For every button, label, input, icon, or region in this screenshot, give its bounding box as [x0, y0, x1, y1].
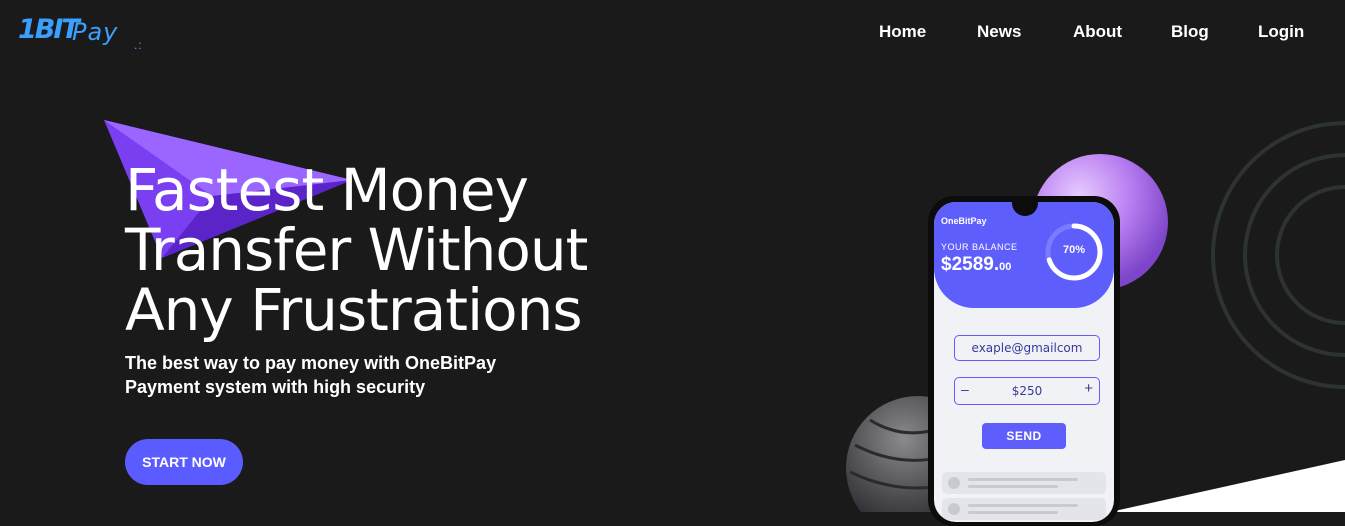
nav-news[interactable]: News	[977, 22, 1021, 42]
send-button[interactable]: SEND	[982, 423, 1066, 449]
concentric-rings-decor	[1211, 121, 1345, 389]
amount-value: $250	[1011, 384, 1043, 398]
hero-title-line-3: Any Frustrations	[125, 276, 583, 344]
onebitpay-logo[interactable]: 1BIT Pay .:	[18, 14, 158, 58]
hero-subtitle-line-2: Payment system with high security	[125, 377, 426, 397]
phone-screen: OneBitPay YOUR BALANCE $2589.00 70% exap…	[934, 202, 1114, 522]
avatar	[948, 503, 960, 515]
balance-main: $2589.	[941, 254, 1000, 275]
transaction-list-item[interactable]	[942, 498, 1106, 520]
logo-suffix: Pay	[72, 18, 119, 46]
avatar	[948, 477, 960, 489]
nav-blog[interactable]: Blog	[1171, 22, 1209, 42]
hero-title-line-2: Transfer Without	[125, 216, 588, 284]
hero-title: Fastest Money Transfer Without Any Frust…	[125, 160, 645, 340]
amount-stepper[interactable]: – $250 +	[954, 377, 1100, 405]
balance-label: YOUR BALANCE	[941, 242, 1018, 252]
hero-title-line-1: Fastest Money	[125, 156, 529, 224]
email-field[interactable]: exaple@gmailcom	[954, 335, 1100, 361]
nav-login[interactable]: Login	[1258, 22, 1304, 42]
balance-amount: $2589.00	[941, 254, 1011, 276]
balance-cents: 00	[999, 261, 1012, 273]
hero-subtitle-line-1: The best way to pay money with OneBitPay	[125, 353, 497, 373]
app-name: OneBitPay	[941, 216, 987, 226]
start-now-button[interactable]: START NOW	[125, 439, 243, 485]
nav-about[interactable]: About	[1073, 22, 1122, 42]
progress-percent: 70%	[1062, 244, 1086, 256]
hero-subtitle: The best way to pay money with OneBitPay…	[125, 351, 496, 399]
nav-home[interactable]: Home	[879, 22, 926, 42]
logo-mark: 1BIT	[18, 14, 80, 45]
logo-dots: .:	[134, 38, 143, 52]
transaction-list-item[interactable]	[942, 472, 1106, 494]
increment-icon[interactable]: +	[1084, 380, 1093, 397]
white-corner-decor	[1110, 460, 1345, 512]
